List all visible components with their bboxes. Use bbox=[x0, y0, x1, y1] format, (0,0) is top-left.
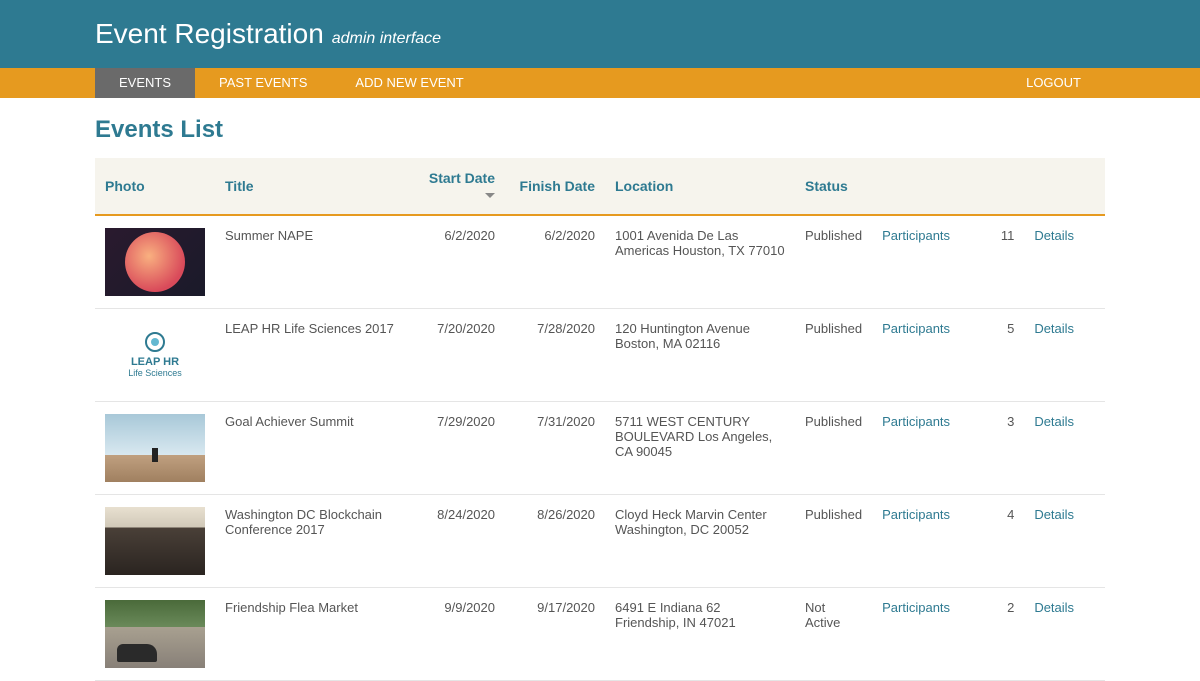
event-finish-date: 8/26/2020 bbox=[505, 495, 605, 588]
event-title: Washington DC Blockchain Conference 2017 bbox=[215, 495, 405, 588]
col-header-details bbox=[1024, 158, 1105, 215]
event-thumbnail: LEAP HRLife Sciences bbox=[105, 321, 205, 389]
nav-past-events[interactable]: PAST EVENTS bbox=[195, 68, 331, 98]
event-thumbnail bbox=[105, 414, 205, 482]
table-row: Summer NAPE6/2/20206/2/20201001 Avenida … bbox=[95, 215, 1105, 309]
event-start-date: 9/9/2020 bbox=[405, 588, 505, 681]
event-start-date: 7/29/2020 bbox=[405, 402, 505, 495]
event-finish-date: 6/2/2020 bbox=[505, 215, 605, 309]
participants-count: 4 bbox=[991, 495, 1025, 588]
event-start-date: 6/2/2020 bbox=[405, 215, 505, 309]
nav-logout[interactable]: LOGOUT bbox=[1002, 68, 1105, 98]
event-status: Published bbox=[795, 402, 872, 495]
app-subtitle: admin interface bbox=[332, 30, 441, 47]
nav-bar: EVENTS PAST EVENTS ADD NEW EVENT LOGOUT bbox=[0, 68, 1200, 98]
details-link[interactable]: Details bbox=[1034, 228, 1074, 243]
event-title: LEAP HR Life Sciences 2017 bbox=[215, 309, 405, 402]
app-title: Event Registration bbox=[95, 18, 324, 49]
table-row: Friendship Flea Market9/9/20209/17/20206… bbox=[95, 588, 1105, 681]
participants-link[interactable]: Participants bbox=[882, 414, 950, 429]
col-header-participants bbox=[872, 158, 991, 215]
event-start-date: 7/20/2020 bbox=[405, 309, 505, 402]
details-link[interactable]: Details bbox=[1034, 414, 1074, 429]
col-header-photo[interactable]: Photo bbox=[95, 158, 215, 215]
participants-link[interactable]: Participants bbox=[882, 321, 950, 336]
event-title: Summer NAPE bbox=[215, 215, 405, 309]
nav-events[interactable]: EVENTS bbox=[95, 68, 195, 98]
table-row: Goal Achiever Summit7/29/20207/31/202057… bbox=[95, 402, 1105, 495]
details-link[interactable]: Details bbox=[1034, 321, 1074, 336]
col-header-start-label: Start Date bbox=[429, 170, 495, 186]
col-header-location[interactable]: Location bbox=[605, 158, 795, 215]
details-link[interactable]: Details bbox=[1034, 507, 1074, 522]
col-header-count bbox=[991, 158, 1025, 215]
event-location: 120 Huntington Avenue Boston, MA 02116 bbox=[605, 309, 795, 402]
nav-add-new-event[interactable]: ADD NEW EVENT bbox=[331, 68, 487, 98]
details-link[interactable]: Details bbox=[1034, 600, 1074, 615]
col-header-finish-date[interactable]: Finish Date bbox=[505, 158, 605, 215]
col-header-status[interactable]: Status bbox=[795, 158, 872, 215]
header-bar: Event Registration admin interface bbox=[0, 0, 1200, 68]
page-title: Events List bbox=[95, 116, 1105, 144]
col-header-start-date[interactable]: Start Date bbox=[405, 158, 505, 215]
event-location: 5711 WEST CENTURY BOULEVARD Los Angeles,… bbox=[605, 402, 795, 495]
sort-desc-icon bbox=[485, 193, 495, 198]
participants-count: 3 bbox=[991, 402, 1025, 495]
col-header-title[interactable]: Title bbox=[215, 158, 405, 215]
event-status: Published bbox=[795, 309, 872, 402]
event-location: Cloyd Heck Marvin Center Washington, DC … bbox=[605, 495, 795, 588]
event-thumbnail bbox=[105, 507, 205, 575]
participants-count: 2 bbox=[991, 588, 1025, 681]
participants-count: 5 bbox=[991, 309, 1025, 402]
participants-link[interactable]: Participants bbox=[882, 600, 950, 615]
events-table: Photo Title Start Date Finish Date Locat… bbox=[95, 158, 1105, 681]
table-row: Washington DC Blockchain Conference 2017… bbox=[95, 495, 1105, 588]
event-finish-date: 9/17/2020 bbox=[505, 588, 605, 681]
event-finish-date: 7/31/2020 bbox=[505, 402, 605, 495]
participants-link[interactable]: Participants bbox=[882, 228, 950, 243]
event-title: Goal Achiever Summit bbox=[215, 402, 405, 495]
event-location: 6491 E Indiana 62 Friendship, IN 47021 bbox=[605, 588, 795, 681]
event-status: Not Active bbox=[795, 588, 872, 681]
participants-count: 11 bbox=[991, 215, 1025, 309]
event-thumbnail bbox=[105, 228, 205, 296]
event-finish-date: 7/28/2020 bbox=[505, 309, 605, 402]
event-location: 1001 Avenida De Las Americas Houston, TX… bbox=[605, 215, 795, 309]
event-status: Published bbox=[795, 495, 872, 588]
event-status: Published bbox=[795, 215, 872, 309]
table-row: LEAP HRLife SciencesLEAP HR Life Science… bbox=[95, 309, 1105, 402]
event-thumbnail bbox=[105, 600, 205, 668]
participants-link[interactable]: Participants bbox=[882, 507, 950, 522]
event-title: Friendship Flea Market bbox=[215, 588, 405, 681]
event-start-date: 8/24/2020 bbox=[405, 495, 505, 588]
